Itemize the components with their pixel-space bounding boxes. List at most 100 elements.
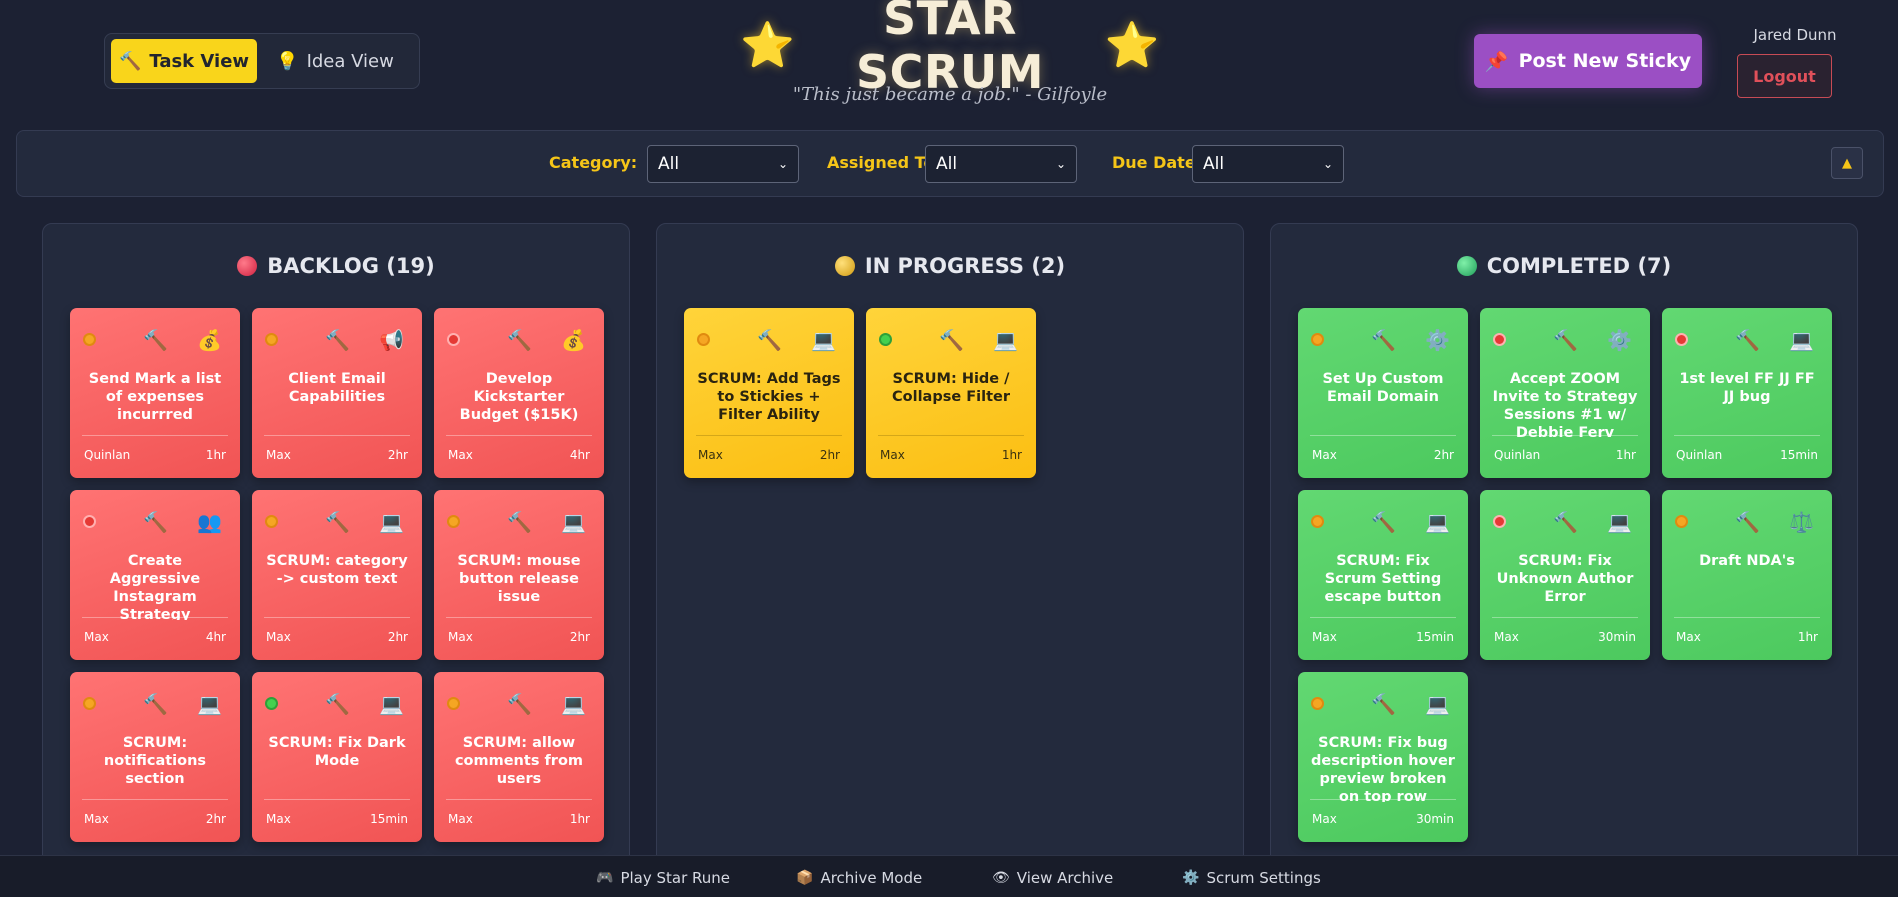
idea-view-button[interactable]: 💡 Idea View (263, 39, 407, 83)
category-filter-select[interactable]: All ⌄ (647, 145, 799, 183)
hammer-icon: 🔨 (507, 510, 532, 534)
card-divider (446, 617, 592, 618)
category-filter-value: All (658, 154, 680, 174)
category-icon: ⚙️ (1425, 328, 1450, 352)
card-divider (1492, 617, 1638, 618)
scrum-settings-button[interactable]: ⚙️ Scrum Settings (1182, 869, 1321, 887)
category-icon: 💻 (811, 328, 836, 352)
card-title: SCRUM: mouse button release issue (457, 553, 581, 605)
sticky-card[interactable]: 🔨 💻 SCRUM: allow comments from users Max 1hr (434, 672, 604, 842)
idea-view-label: Idea View (306, 50, 394, 72)
priority-dot (83, 697, 96, 710)
category-icon: ⚙️ (1607, 328, 1632, 352)
play-star-rune-button[interactable]: 🎮 Play Star Rune (596, 869, 730, 887)
card-assignee: Max (1676, 630, 1701, 644)
column-title: COMPLETED (1486, 254, 1631, 278)
priority-dot (1493, 515, 1506, 528)
card-assignee: Quinlan (1676, 448, 1723, 462)
card-time-estimate: 2hr (387, 448, 408, 462)
sticky-card[interactable]: 🔨 💻 SCRUM: Fix Scrum Setting escape button… (1298, 490, 1468, 660)
star-icon: ⭐ (1104, 20, 1160, 71)
sticky-card[interactable]: 🔨 📢 Client Email Capabilities Max 2hr (252, 308, 422, 478)
hammer-icon: 🔨 (1735, 510, 1760, 534)
sticky-card[interactable]: 🔨 ⚖️ Draft NDA's Max 1hr (1662, 490, 1832, 660)
card-divider (1674, 617, 1820, 618)
logout-button[interactable]: Logout (1737, 54, 1832, 98)
card-title: Set Up Custom Email Domain (1322, 371, 1444, 405)
package-icon: 📦 (796, 870, 814, 886)
sticky-card[interactable]: 🔨 💻 1st level FF JJ FF JJ bug Quinlan 15min (1662, 308, 1832, 478)
card-assignee: Max (1312, 630, 1337, 644)
priority-dot (83, 515, 96, 528)
card-title: Create Aggressive Instagram Strategy (109, 553, 201, 620)
sticky-card[interactable]: 🔨 💰 Develop Kickstarter Budget ($15K) Max 4h… (434, 308, 604, 478)
priority-dot (1311, 333, 1324, 346)
sticky-card[interactable]: 🔨 💻 SCRUM: category -> custom text Max 2hr (252, 490, 422, 660)
column-header: IN PROGRESS (2) (657, 254, 1243, 278)
hammer-icon: 🔨 (1735, 328, 1760, 352)
chevron-down-icon: ⌄ (1055, 157, 1066, 171)
category-filter-label: Category: (549, 153, 638, 172)
archive-mode-button[interactable]: 📦 Archive Mode (796, 869, 922, 887)
card-title: Accept ZOOM Invite to Strategy Sessions … (1492, 371, 1638, 438)
sticky-card[interactable]: 🔨 💻 SCRUM: Add Tags to Stickies + Filter A… (684, 308, 854, 478)
due-date-filter-label: Due Date: (1112, 153, 1203, 172)
post-new-sticky-button[interactable]: 📌 Post New Sticky (1474, 34, 1702, 88)
category-icon: 💻 (197, 692, 222, 716)
column-status-dot (834, 256, 855, 276)
sticky-card[interactable]: 🔨 💻 SCRUM: Fix bug description hover previ… (1298, 672, 1468, 842)
sticky-card[interactable]: 🔨 💻 SCRUM: Hide / Collapse Filter Max 1hr (866, 308, 1036, 478)
card-title: 1st level FF JJ FF JJ bug (1679, 371, 1815, 405)
sticky-card[interactable]: 🔨 💻 SCRUM: mouse button release issue Max 2h… (434, 490, 604, 660)
card-time-estimate: 2hr (1433, 448, 1454, 462)
chevron-down-icon: ⌄ (1322, 157, 1333, 171)
card-divider (264, 799, 410, 800)
column-in-progress: IN PROGRESS (2) 🔨 💻 SCRUM: Add Tags to Sti… (656, 223, 1244, 897)
category-icon: 💻 (993, 328, 1018, 352)
sticky-card[interactable]: 🔨 💻 SCRUM: Fix Dark Mode Max 15min (252, 672, 422, 842)
card-assignee: Max (1312, 812, 1337, 826)
priority-dot (447, 515, 460, 528)
task-view-button[interactable]: 🔨 Task View (111, 39, 257, 83)
column-header: BACKLOG (19) (43, 254, 629, 278)
card-assignee: Max (84, 630, 109, 644)
card-time-estimate: 30min (1416, 812, 1454, 826)
sticky-card[interactable]: 🔨 ⚙️ Set Up Custom Email Domain Max 2hr (1298, 308, 1468, 478)
priority-dot (447, 333, 460, 346)
category-icon: 💻 (1607, 510, 1632, 534)
card-divider (1310, 617, 1456, 618)
card-time-estimate: 1hr (205, 448, 226, 462)
card-divider (1310, 435, 1456, 436)
column-count: (2) (1031, 254, 1066, 278)
priority-dot (1311, 515, 1324, 528)
category-icon: 💰 (561, 328, 586, 352)
column-header: COMPLETED (7) (1271, 254, 1857, 278)
assigned-to-filter-select[interactable]: All ⌄ (925, 145, 1077, 183)
sticky-card[interactable]: 🔨 💻 SCRUM: notifications section Max 2hr (70, 672, 240, 842)
priority-dot (879, 333, 892, 346)
play-star-rune-label: Play Star Rune (620, 869, 731, 887)
card-title: SCRUM: Add Tags to Stickies + Filter Abi… (697, 371, 841, 423)
post-new-sticky-label: Post New Sticky (1518, 50, 1692, 72)
card-time-estimate: 2hr (205, 812, 226, 826)
sticky-card[interactable]: 🔨 💰 Send Mark a list of expenses incurrred… (70, 308, 240, 478)
collapse-filter-button[interactable]: ▲ (1831, 147, 1863, 179)
card-assignee: Quinlan (84, 448, 131, 462)
hammer-icon: 🔨 (1371, 328, 1396, 352)
column-count: (7) (1637, 254, 1672, 278)
card-time-estimate: 2hr (819, 448, 840, 462)
card-time-estimate: 2hr (387, 630, 408, 644)
card-time-estimate: 1hr (569, 812, 590, 826)
eye-icon: 👁 (992, 870, 1010, 886)
sticky-card[interactable]: 🔨 👥 Create Aggressive Instagram Strategy Ma… (70, 490, 240, 660)
sticky-card[interactable]: 🔨 ⚙️ Accept ZOOM Invite to Strategy Sessio… (1480, 308, 1650, 478)
due-date-filter-select[interactable]: All ⌄ (1192, 145, 1344, 183)
view-archive-button[interactable]: 👁 View Archive (992, 869, 1113, 887)
assigned-to-filter-value: All (936, 154, 958, 174)
card-divider (446, 799, 592, 800)
card-title: Client Email Capabilities (288, 371, 386, 405)
priority-dot (265, 515, 278, 528)
card-title: SCRUM: Fix bug description hover preview… (1311, 735, 1455, 802)
sticky-card[interactable]: 🔨 💻 SCRUM: Fix Unknown Author Error Max 30mi… (1480, 490, 1650, 660)
card-divider (1674, 435, 1820, 436)
